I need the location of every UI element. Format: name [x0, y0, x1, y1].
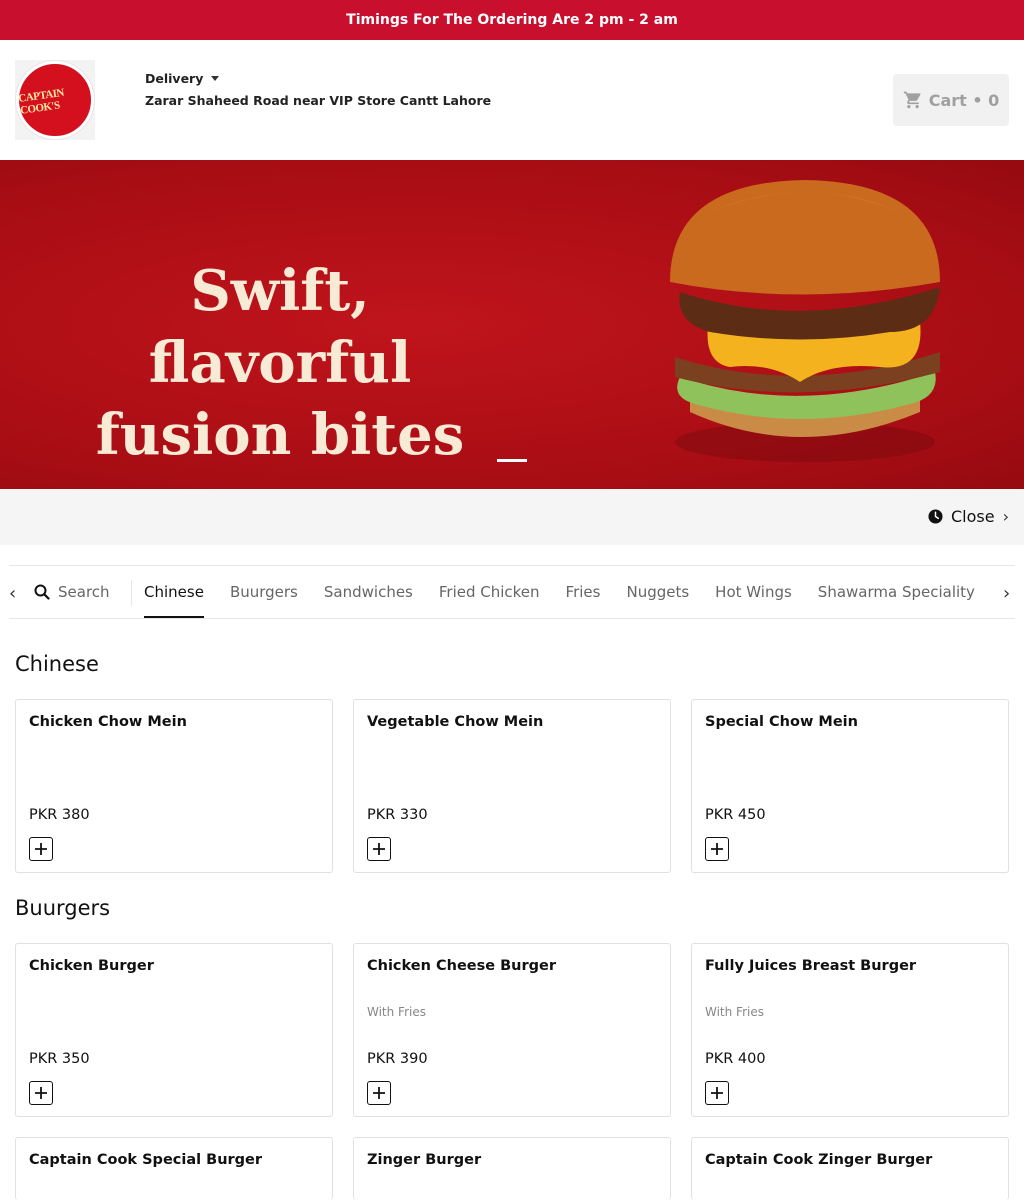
item-description: With Fries: [705, 1005, 764, 1019]
section-title-buurgers: Buurgers: [15, 896, 111, 920]
clock-icon: [928, 509, 943, 524]
menu-item-card[interactable]: Chicken Chow Mein PKR 380: [15, 699, 333, 873]
chevron-down-icon: [211, 76, 220, 81]
search-placeholder: Search: [58, 583, 110, 601]
plus-icon: [373, 843, 385, 855]
cart-label: Cart • 0: [928, 90, 1000, 110]
tab-fries[interactable]: Fries: [566, 566, 601, 618]
header: CAPTAIN COOK'S Delivery Zarar Shaheed Ro…: [0, 40, 1024, 160]
tab-fried-chicken[interactable]: Fried Chicken: [439, 566, 540, 618]
tab-hot-wings[interactable]: Hot Wings: [715, 566, 792, 618]
tab-nuggets[interactable]: Nuggets: [626, 566, 689, 618]
hero-line-1: Swift, flavorful: [148, 258, 412, 396]
plus-icon: [373, 1087, 385, 1099]
delivery-address[interactable]: Zarar Shaheed Road near VIP Store Cantt …: [145, 93, 491, 108]
item-price: PKR 450: [705, 807, 766, 823]
item-name: Special Chow Mein: [705, 714, 858, 730]
cart-icon: [903, 91, 921, 109]
tab-sandwiches[interactable]: Sandwiches: [324, 566, 413, 618]
item-name: Fully Juices Breast Burger: [705, 958, 917, 974]
menu-item-card[interactable]: Chicken Cheese Burger With Fries PKR 390: [353, 943, 671, 1117]
chevron-left-icon[interactable]: ‹: [9, 583, 21, 604]
item-price: PKR 390: [367, 1051, 428, 1067]
add-to-cart-button[interactable]: [367, 837, 391, 861]
logo-text: CAPTAIN COOK'S: [17, 86, 65, 117]
add-to-cart-button[interactable]: [705, 837, 729, 861]
add-to-cart-button[interactable]: [367, 1081, 391, 1105]
hero-line-2: fusion bites: [95, 402, 465, 468]
store-status[interactable]: Close ›: [928, 507, 1009, 526]
item-price: PKR 380: [29, 807, 90, 823]
item-description: With Fries: [367, 1005, 426, 1019]
plus-icon: [711, 843, 723, 855]
menu-item-card[interactable]: Fully Juices Breast Burger With Fries PK…: [691, 943, 1009, 1117]
hero-banner[interactable]: Swift, flavorful fusion bites: [0, 160, 1024, 489]
timings-banner: Timings For The Ordering Are 2 pm - 2 am: [0, 0, 1024, 40]
timings-text: Timings For The Ordering Are 2 pm - 2 am: [346, 12, 678, 28]
menu-item-card[interactable]: Zinger Burger: [353, 1137, 671, 1200]
item-price: PKR 350: [29, 1051, 90, 1067]
store-status-label: Close: [951, 507, 995, 526]
item-name: Captain Cook Zinger Burger: [705, 1152, 933, 1168]
menu-item-card[interactable]: Special Chow Mein PKR 450: [691, 699, 1009, 873]
plus-icon: [35, 843, 47, 855]
logo-badge: CAPTAIN COOK'S: [16, 61, 94, 139]
category-nav: ‹ Search Chinese Buurgers Sandwiches Fried …: [9, 565, 1015, 619]
add-to-cart-button[interactable]: [29, 837, 53, 861]
status-bar: Close ›: [0, 489, 1024, 545]
item-name: Zinger Burger: [367, 1152, 482, 1168]
tab-buurgers[interactable]: Buurgers: [230, 566, 298, 618]
add-to-cart-button[interactable]: [29, 1081, 53, 1105]
search-input[interactable]: Search: [34, 583, 110, 601]
item-price: PKR 400: [705, 1051, 766, 1067]
cart-button[interactable]: Cart • 0: [893, 74, 1009, 126]
item-name: Chicken Chow Mein: [29, 714, 187, 730]
section-title-chinese: Chinese: [15, 652, 99, 676]
item-name: Chicken Cheese Burger: [367, 958, 557, 974]
tab-shawarma-speciality[interactable]: Shawarma Speciality: [818, 566, 975, 618]
delivery-label: Delivery: [145, 71, 204, 86]
item-name: Vegetable Chow Mein: [367, 714, 544, 730]
tab-chinese[interactable]: Chinese: [144, 566, 204, 618]
menu-item-card[interactable]: Chicken Burger PKR 350: [15, 943, 333, 1117]
carousel-indicator[interactable]: [497, 459, 527, 462]
menu-item-card[interactable]: Captain Cook Zinger Burger: [691, 1137, 1009, 1200]
search-icon: [34, 584, 50, 600]
chevron-right-icon[interactable]: ›: [1003, 583, 1015, 604]
item-price: PKR 330: [367, 807, 428, 823]
plus-icon: [35, 1087, 47, 1099]
nav-tabs: Chinese Buurgers Sandwiches Fried Chicken Fr…: [144, 566, 994, 618]
hero-tagline: Swift, flavorful fusion bites: [50, 255, 510, 471]
menu-item-card[interactable]: Vegetable Chow Mein PKR 330: [353, 699, 671, 873]
plus-icon: [711, 1087, 723, 1099]
item-name: Chicken Burger: [29, 958, 154, 974]
item-name: Captain Cook Special Burger: [29, 1152, 263, 1168]
burger-image: [670, 180, 940, 462]
logo[interactable]: CAPTAIN COOK'S: [15, 60, 95, 140]
add-to-cart-button[interactable]: [705, 1081, 729, 1105]
nav-divider: [131, 580, 132, 606]
menu-item-card[interactable]: Captain Cook Special Burger: [15, 1137, 333, 1200]
chevron-right-icon: ›: [1002, 507, 1009, 526]
delivery-selector[interactable]: Delivery: [145, 71, 220, 86]
